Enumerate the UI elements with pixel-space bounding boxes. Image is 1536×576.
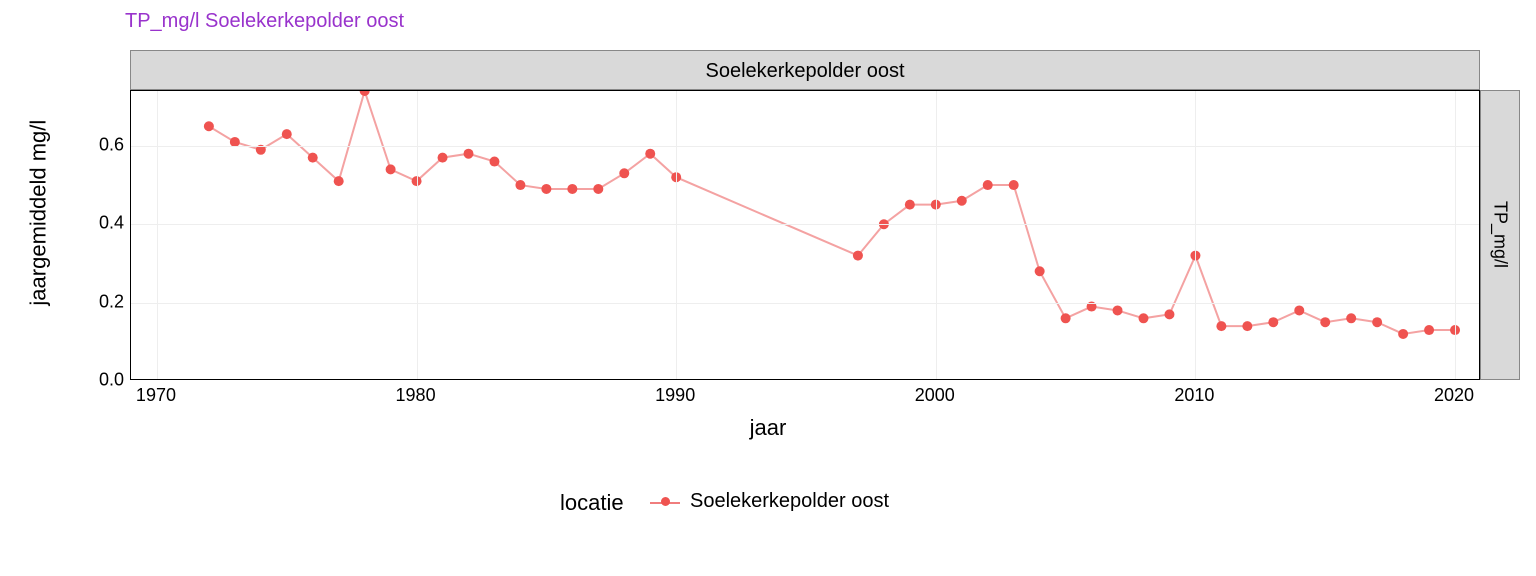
x-tick-label: 2000 xyxy=(915,385,955,406)
x-axis-label: jaar xyxy=(0,415,1536,441)
x-tick-label: 1980 xyxy=(396,385,436,406)
y-tick-label: 0.4 xyxy=(99,213,124,234)
x-tick-label: 2020 xyxy=(1434,385,1474,406)
chart-container: { "title": "TP_mg/l Soelekerkepolder oos… xyxy=(0,0,1536,576)
y-tick-label: 0.6 xyxy=(99,134,124,155)
y-tick-label: 0.0 xyxy=(99,370,124,391)
legend-item-label: Soelekerkepolder oost xyxy=(690,490,889,513)
chart-title: TP_mg/l Soelekerkepolder oost xyxy=(125,10,404,33)
x-tick-label: 2010 xyxy=(1174,385,1214,406)
x-tick-label: 1970 xyxy=(136,385,176,406)
plot-panel xyxy=(130,90,1480,380)
legend-dot-icon xyxy=(661,497,670,506)
x-tick-label: 1990 xyxy=(655,385,695,406)
y-axis-label: jaargemiddeld mg/l xyxy=(25,113,50,313)
legend-title: locatie xyxy=(560,490,624,516)
y-tick-label: 0.2 xyxy=(99,291,124,312)
series-svg xyxy=(131,91,1480,380)
facet-strip-right: TP_mg/l xyxy=(1480,90,1520,380)
facet-strip-top: Soelekerkepolder oost xyxy=(130,50,1480,90)
legend-swatch xyxy=(650,492,680,512)
